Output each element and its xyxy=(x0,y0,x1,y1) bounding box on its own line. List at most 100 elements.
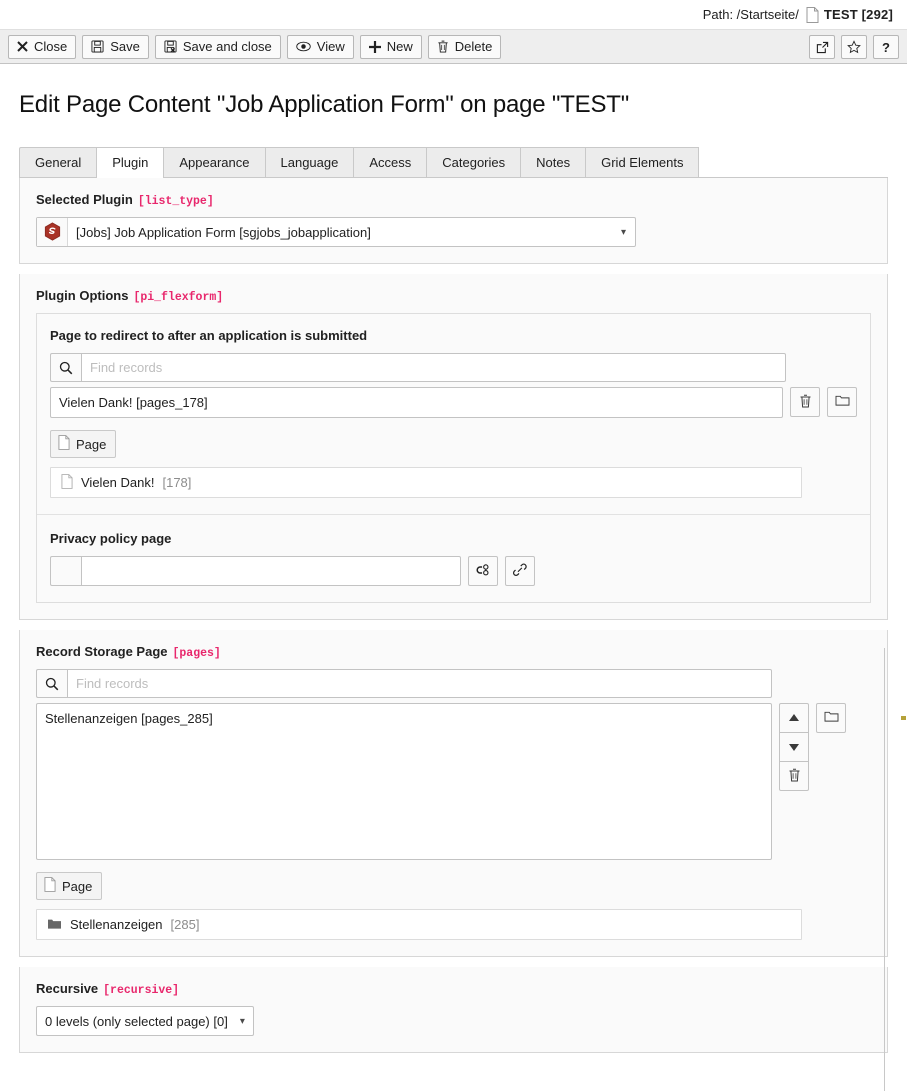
record-storage-search-input[interactable] xyxy=(67,669,772,698)
selected-plugin-panel: Selected Plugin[list_type] [Jobs] Job Ap… xyxy=(19,178,888,264)
record-storage-page-browser-button[interactable]: Page xyxy=(36,872,102,900)
save-button[interactable]: Save xyxy=(82,35,149,59)
record-storage-move-up-button[interactable] xyxy=(779,703,809,733)
record-storage-record-row: Stellenanzeigen [pages_285] xyxy=(36,703,871,860)
plus-icon xyxy=(369,41,381,53)
recursive-label-text: Recursive xyxy=(36,981,98,996)
redirect-record-actions xyxy=(790,387,857,417)
redirect-search-input[interactable] xyxy=(81,353,786,382)
record-storage-code: [pages] xyxy=(173,647,221,660)
selected-plugin-label: Selected Plugin[list_type] xyxy=(36,192,871,208)
folder-filled-icon xyxy=(47,917,62,933)
floppy-save-close-icon xyxy=(164,40,177,53)
privacy-policy-row xyxy=(50,556,857,586)
flexform-divider xyxy=(37,514,870,515)
chevron-down-icon: ▾ xyxy=(621,227,626,238)
save-and-close-button[interactable]: Save and close xyxy=(155,35,281,59)
redirect-delete-record-button[interactable] xyxy=(790,387,820,417)
question-help-icon[interactable]: ? xyxy=(873,35,899,59)
tab-categories[interactable]: Categories xyxy=(426,147,520,177)
record-storage-actions xyxy=(779,703,846,791)
eye-view-icon xyxy=(296,41,311,52)
recursive-select[interactable]: 0 levels (only selected page) [0] ▾ xyxy=(36,1006,254,1036)
redirect-selected-record[interactable]: Vielen Dank! [pages_178] xyxy=(50,387,783,418)
recursive-code: [recursive] xyxy=(103,984,179,997)
recursive-select-value: 0 levels (only selected page) [0] xyxy=(45,1014,228,1029)
redirect-browse-records-button[interactable] xyxy=(827,387,857,417)
tab-plugin[interactable]: Plugin xyxy=(96,147,164,178)
record-storage-panel: Record Storage Page [pages] Stellenanzeig… xyxy=(19,630,888,957)
selected-plugin-value[interactable]: [Jobs] Job Application Form [sgjobs_joba… xyxy=(68,218,635,246)
arrow-up-icon xyxy=(788,711,800,726)
edge-artifact xyxy=(901,716,906,720)
page-doc-icon xyxy=(44,877,56,895)
help-glyph: ? xyxy=(882,40,890,55)
arrow-down-icon xyxy=(788,740,800,755)
delete-button-label: Delete xyxy=(455,40,493,53)
privacy-policy-link-chain-button[interactable] xyxy=(505,556,535,586)
selected-plugin-select[interactable]: [Jobs] Job Application Form [sgjobs_joba… xyxy=(36,217,636,247)
page-doc-icon xyxy=(806,7,819,23)
redirect-page-browser-button[interactable]: Page xyxy=(50,430,116,458)
plugin-options-panel: Plugin Options [pi_flexform] Page to redi… xyxy=(19,274,888,620)
plugin-options-label: Plugin Options [pi_flexform] xyxy=(36,288,871,304)
document-toolbar: Close Save Save and close View New xyxy=(0,29,907,64)
selected-plugin-code: [list_type] xyxy=(138,195,214,208)
magnifier-search-icon xyxy=(50,353,81,382)
chevron-down-icon: ▾ xyxy=(240,1016,245,1027)
close-x-icon xyxy=(17,41,28,52)
tab-appearance[interactable]: Appearance xyxy=(164,147,264,177)
redirect-record-row: Vielen Dank! [pages_178] xyxy=(50,387,857,418)
redirect-page-browser-label: Page xyxy=(76,437,106,452)
trash-icon xyxy=(437,40,449,53)
record-storage-page-browser-label: Page xyxy=(62,879,92,894)
floppy-save-icon xyxy=(91,40,104,53)
trash-icon xyxy=(799,394,812,411)
tab-access[interactable]: Access xyxy=(353,147,426,177)
redirect-browser-item[interactable]: Vielen Dank! [178] xyxy=(50,467,802,498)
privacy-policy-link-browser-button[interactable] xyxy=(468,556,498,586)
record-storage-search-group xyxy=(36,669,772,698)
tab-notes[interactable]: Notes xyxy=(520,147,585,177)
plugin-hexagon-icon xyxy=(37,218,68,246)
panel-separator-2 xyxy=(19,620,888,630)
tab-general[interactable]: General xyxy=(19,147,96,177)
toolbar-main-buttons: Close Save Save and close View New xyxy=(8,35,501,59)
recursive-panel: Recursive [recursive] 0 levels (only sele… xyxy=(19,967,888,1053)
panel-separator-1 xyxy=(19,264,888,274)
redirect-page-label: Page to redirect to after an application… xyxy=(50,328,857,343)
toolbar-right-buttons: ? xyxy=(803,35,899,59)
record-storage-browser-item-title: Stellenanzeigen xyxy=(70,917,163,932)
open-in-new-window-icon[interactable] xyxy=(809,35,835,59)
plugin-options-label-text: Plugin Options xyxy=(36,288,128,303)
form-tabs: General Plugin Appearance Language Acces… xyxy=(19,147,888,178)
scrollbar-track[interactable] xyxy=(884,648,885,1091)
page-title: Edit Page Content "Job Application Form"… xyxy=(19,91,907,119)
plugin-options-code: [pi_flexform] xyxy=(133,291,223,304)
redirect-browser-item-title: Vielen Dank! xyxy=(81,475,154,490)
path-label: Path: /Startseite/ xyxy=(703,7,799,22)
record-storage-selected-record[interactable]: Stellenanzeigen [pages_285] xyxy=(36,703,772,860)
record-storage-browse-records-button[interactable] xyxy=(816,703,846,733)
recursive-label: Recursive [recursive] xyxy=(36,981,871,997)
privacy-policy-input[interactable] xyxy=(81,556,461,586)
record-storage-label-text: Record Storage Page xyxy=(36,644,168,659)
record-storage-browser-item[interactable]: Stellenanzeigen [285] xyxy=(36,909,802,940)
tab-language[interactable]: Language xyxy=(265,147,354,177)
delete-button[interactable]: Delete xyxy=(428,35,502,59)
star-bookmark-icon[interactable] xyxy=(841,35,867,59)
privacy-policy-prefix-box xyxy=(50,556,81,586)
trash-icon xyxy=(788,768,801,785)
view-button[interactable]: View xyxy=(287,35,354,59)
record-storage-move-down-button[interactable] xyxy=(779,732,809,762)
tab-grid-elements[interactable]: Grid Elements xyxy=(585,147,699,177)
privacy-policy-label: Privacy policy page xyxy=(50,531,857,546)
new-button[interactable]: New xyxy=(360,35,422,59)
record-storage-delete-record-button[interactable] xyxy=(779,761,809,791)
close-button-label: Close xyxy=(34,40,67,53)
close-button[interactable]: Close xyxy=(8,35,76,59)
folder-open-icon xyxy=(835,394,850,410)
save-and-close-button-label: Save and close xyxy=(183,40,272,53)
path-bar: Path: /Startseite/ TEST [292] xyxy=(0,0,907,29)
panel-separator-3 xyxy=(19,957,888,967)
